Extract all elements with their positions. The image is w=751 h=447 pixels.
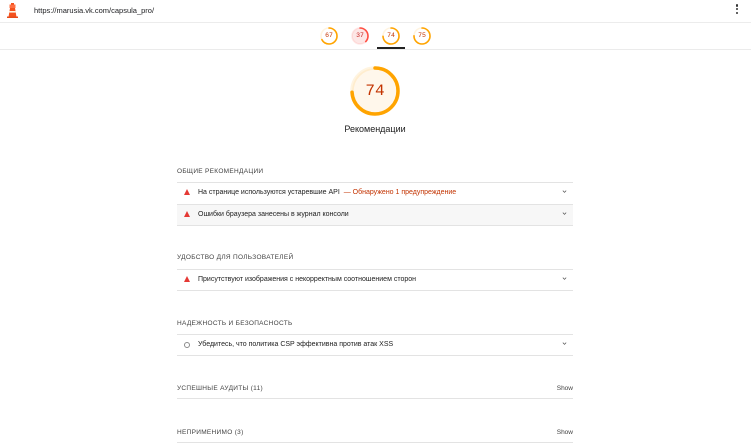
show-not-applicable-button[interactable]: Show bbox=[557, 429, 573, 436]
score-tabs: 67 37 74 75 bbox=[0, 22, 751, 50]
tab-score-value: 67 bbox=[325, 32, 333, 39]
tab-score-performance[interactable]: 67 bbox=[319, 26, 339, 46]
chevron-down-icon[interactable] bbox=[562, 211, 567, 216]
tab-score-best-practices[interactable]: 74 bbox=[381, 26, 401, 46]
tab-score-value: 75 bbox=[418, 32, 426, 39]
not-applicable-group: НЕПРИМЕНИМО (3) Show bbox=[177, 426, 573, 443]
chevron-down-icon[interactable] bbox=[562, 189, 567, 194]
tab-score-seo[interactable]: 75 bbox=[412, 26, 432, 46]
top-bar: https://marusia.vk.com/capsula_pro/ bbox=[0, 0, 751, 23]
audit-row-csp-xss[interactable]: Убедитесь, что политика CSP эффективна п… bbox=[177, 334, 573, 356]
gauge-score-value: 74 bbox=[365, 82, 385, 100]
passed-audits-group: УСПЕШНЫЕ АУДИТЫ (11) Show bbox=[177, 382, 573, 399]
lighthouse-logo-icon bbox=[7, 3, 18, 18]
audit-row-image-aspect-ratio[interactable]: Присутствуют изображения с некорректным … bbox=[177, 269, 573, 291]
audit-row-console-errors[interactable]: Ошибки браузера занесены в журнал консол… bbox=[177, 204, 573, 226]
section-title-ux: УДОБСТВО ДЛЯ ПОЛЬЗОВАТЕЛЕЙ bbox=[177, 254, 294, 261]
audit-row-deprecated-api[interactable]: На странице используются устаревшие API … bbox=[177, 182, 573, 203]
fail-triangle-icon bbox=[184, 276, 190, 282]
group-label: УСПЕШНЫЕ АУДИТЫ (11) bbox=[177, 385, 263, 392]
category-title: Рекомендации bbox=[344, 124, 406, 134]
chevron-down-icon[interactable] bbox=[562, 341, 567, 346]
audit-warning: — Обнаружено 1 предупреждение bbox=[343, 189, 457, 196]
active-tab-indicator bbox=[377, 47, 405, 49]
audit-title: Присутствуют изображения с некорректным … bbox=[198, 276, 416, 283]
audit-title: Убедитесь, что политика CSP эффективна п… bbox=[198, 341, 394, 348]
fail-triangle-icon bbox=[184, 189, 190, 195]
group-label: НЕПРИМЕНИМО (3) bbox=[177, 429, 244, 436]
chevron-down-icon[interactable] bbox=[562, 276, 567, 281]
section-title-security: НАДЕЖНОСТЬ И БЕЗОПАСНОСТЬ bbox=[177, 320, 293, 327]
audit-title: На странице используются устаревшие API … bbox=[198, 189, 457, 196]
tab-score-value: 74 bbox=[387, 32, 395, 39]
section-title-general: ОБЩИЕ РЕКОМЕНДАЦИИ bbox=[177, 168, 264, 175]
show-passed-button[interactable]: Show bbox=[557, 385, 573, 392]
tab-score-accessibility[interactable]: 37 bbox=[350, 26, 370, 46]
page-url: https://marusia.vk.com/capsula_pro/ bbox=[34, 6, 155, 15]
fail-triangle-icon bbox=[184, 211, 190, 217]
score-gauge: 74 bbox=[349, 65, 401, 117]
audit-title: Ошибки браузера занесены в журнал консол… bbox=[198, 211, 349, 218]
more-menu-icon[interactable] bbox=[735, 3, 739, 17]
manual-circle-icon bbox=[184, 342, 190, 348]
tab-score-value: 37 bbox=[356, 32, 364, 39]
